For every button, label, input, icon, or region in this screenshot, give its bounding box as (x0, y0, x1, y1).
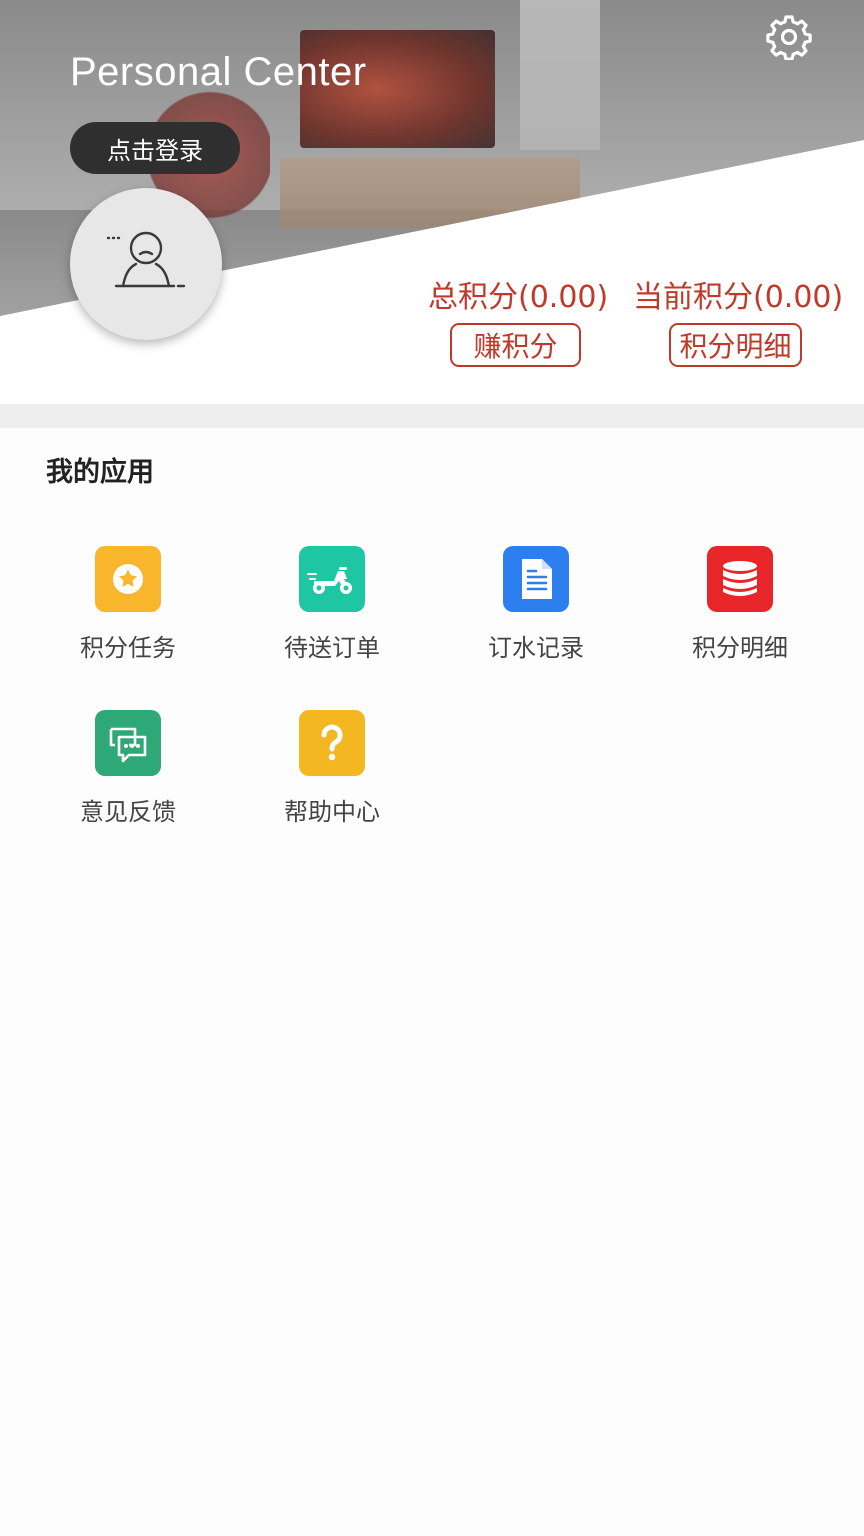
avatar[interactable] (70, 188, 222, 340)
page-title: Personal Center (70, 50, 367, 94)
database-stack-icon (707, 546, 773, 612)
my-apps-title: 我的应用 (46, 457, 154, 488)
app-label: 待送订单 (284, 634, 380, 662)
app-feedback[interactable]: 意见反馈 (28, 710, 228, 840)
app-label: 积分任务 (80, 634, 176, 662)
document-icon (503, 546, 569, 612)
app-label: 意见反馈 (80, 798, 176, 826)
login-button[interactable]: 点击登录 (70, 122, 240, 174)
app-help-center[interactable]: 帮助中心 (232, 710, 432, 840)
current-points-label: 当前积分(0.00) (633, 280, 844, 315)
personal-center-page: Personal Center 点击登录 总积分(0.00) 当前积分(0.00… (0, 0, 864, 1536)
app-pending-orders[interactable]: 待送订单 (232, 546, 432, 676)
points-detail-button[interactable]: 积分明细 (669, 323, 802, 367)
app-points-detail[interactable]: 积分明细 (640, 546, 840, 676)
app-label: 订水记录 (488, 634, 584, 662)
earn-points-button[interactable]: 赚积分 (450, 323, 581, 367)
app-label: 积分明细 (692, 634, 788, 662)
scooter-icon (299, 546, 365, 612)
app-points-tasks[interactable]: 积分任务 (28, 546, 228, 676)
question-mark-icon (299, 710, 365, 776)
app-label: 帮助中心 (284, 798, 380, 826)
profile-header: Personal Center 点击登录 总积分(0.00) 当前积分(0.00… (0, 0, 864, 404)
chat-bubbles-icon (95, 710, 161, 776)
app-water-order-history[interactable]: 订水记录 (436, 546, 636, 676)
section-divider (0, 404, 864, 428)
user-avatar-icon (106, 231, 186, 288)
gear-icon[interactable] (766, 14, 812, 61)
star-badge-icon (95, 546, 161, 612)
total-points-label: 总积分(0.00) (428, 280, 609, 315)
